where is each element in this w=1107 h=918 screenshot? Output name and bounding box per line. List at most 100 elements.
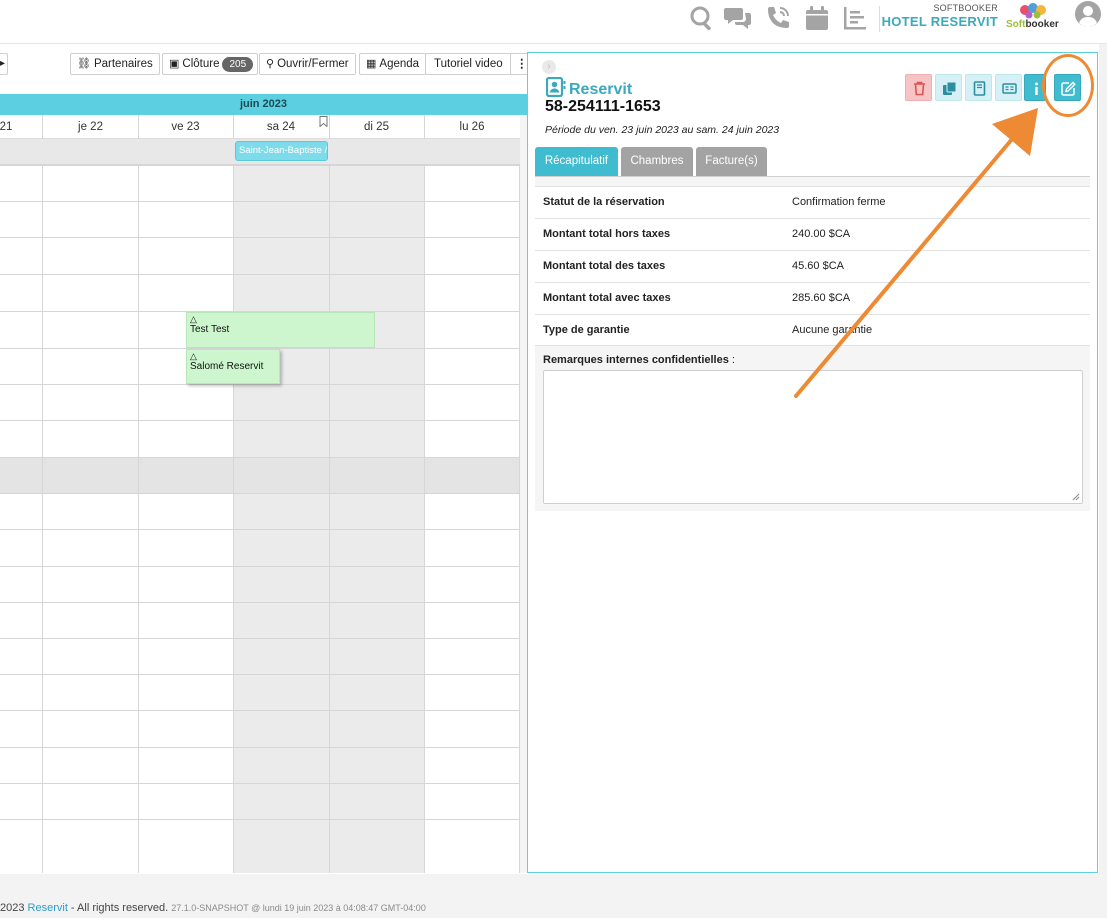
footer-text: 2023 Reservit - All rights reserved. 27.… [0,902,426,914]
reservation-period: Période du ven. 23 juin 2023 au sam. 24 … [545,124,780,136]
holiday-row: Saint-Jean-Baptiste / [0,139,527,165]
grid-line [424,165,425,873]
remarks-textarea[interactable] [543,370,1083,504]
search-icon[interactable] [688,4,716,32]
grid-line [42,165,43,873]
row-label: Montant total des taxes [543,260,666,272]
grid-line [0,819,520,820]
row-value: 45.60 $CA [792,260,844,272]
delete-button[interactable] [905,74,932,101]
grid-line [0,674,520,675]
grid-line [0,274,520,275]
unlink-icon: ⛓ [77,58,91,70]
grid-line [0,201,520,202]
table-row: Statut de la réservation Confirmation fe… [535,186,1090,218]
booking-guest-name: Test Test [190,324,230,335]
cloture-count-badge: 205 [222,57,254,72]
resize-grip-icon[interactable] [1071,492,1080,501]
row-label: Type de garantie [543,324,630,336]
table-row: Montant total avec taxes 285.60 $CA [535,282,1090,314]
hotel-name[interactable]: HOTEL RESERVIT [880,14,998,29]
id-card-icon [1002,83,1017,94]
grid-line [138,165,139,873]
bookmark-icon [319,116,328,127]
grid-line [233,165,234,873]
reservation-number: 58-254111-1653 [545,98,661,115]
holiday-chip[interactable]: Saint-Jean-Baptiste / [235,141,328,161]
booking-block[interactable]: △ Test Test [186,312,375,348]
row-label: Statut de la réservation [543,196,665,208]
brand-small-label: SOFTBOOKER [933,3,998,13]
user-avatar-icon[interactable] [1074,0,1102,28]
table-row: Type de garantie Aucune garantie [535,314,1090,346]
footer-reservit-link[interactable]: Reservit [28,902,68,914]
grid-line [0,165,520,166]
softbooker-logo-text: Softbooker [1006,19,1059,30]
day-header: di 25 [364,121,389,133]
table-row: Montant total des taxes 45.60 $CA [535,250,1090,282]
summary-table: Statut de la réservation Confirmation fe… [535,177,1090,511]
grid-line [0,638,520,639]
chat-icon[interactable] [724,4,752,32]
duplicate-icon [943,81,957,95]
cloture-button[interactable]: ▣ Clôture 205 [162,53,259,75]
id-card-button[interactable] [995,74,1022,101]
table-row: Montant total hors taxes 240.00 $CA [535,218,1090,250]
calendar-icon[interactable] [803,4,831,32]
tab-chambres[interactable]: Chambres [621,147,693,176]
row-value: 285.60 $CA [792,292,851,304]
page-scrollbar[interactable] [1099,44,1107,874]
phone-icon[interactable] [764,4,792,32]
row-value: Confirmation ferme [792,196,886,208]
grid-line [329,165,330,873]
agenda-button[interactable]: ▦ Agenda [359,53,427,75]
footer: 2023 Reservit - All rights reserved. 27.… [0,874,1107,918]
grid-line [0,602,520,603]
calendar-scrollbar[interactable] [520,115,527,873]
top-bar: SOFTBOOKER HOTEL RESERVIT Softbooker [0,0,1107,44]
guest-triangle-icon: △ [190,314,197,324]
month-header: juin 2023 [0,94,527,115]
grid-line [0,384,520,385]
tab-recapitulatif[interactable]: Récapitulatif [535,147,618,176]
duplicate-button[interactable] [935,74,962,101]
grid-line [0,710,520,711]
section-divider-row [0,457,520,493]
grid-line [0,747,520,748]
row-label: Montant total avec taxes [543,292,671,304]
grid-line [0,457,520,458]
guest-triangle-icon: △ [190,351,197,361]
trash-icon [914,81,925,96]
booking-block[interactable]: △ Salomé Reservit [186,349,280,384]
tutoriel-video-button[interactable]: Tutoriel video [425,53,512,75]
ouvrir-fermer-button[interactable]: ⚲ Ouvrir/Fermer [259,53,356,75]
day-header: ve 23 [171,121,200,133]
days-header-row: 21 je 22 ve 23 sa 24 di 25 lu 26 [0,115,527,139]
row-value: 240.00 $CA [792,228,851,240]
paperclip-icon: ⚲ [266,58,275,70]
grid-line [0,420,520,421]
tab-factures[interactable]: Facture(s) [696,147,767,176]
collapse-panel-icon[interactable]: › [542,60,556,74]
row-value: Aucune garantie [792,324,873,336]
grid-line [0,566,520,567]
partenaires-button[interactable]: ⛓ Partenaires [70,53,160,75]
annotation-highlight-circle [1042,54,1094,117]
calendar-toolbar: ⛓ Partenaires ▣ Clôture 205 ⚲ Ouvrir/Fermer … [0,53,534,75]
grid-line [0,529,520,530]
calendar-x-icon: ▣ [169,58,180,70]
panel-title: Reservit [545,76,632,99]
calendar-area: ▸ ⛓ Partenaires ▣ Clôture 205 ⚲ Ouvrir/Ferme… [0,44,534,874]
book-icon [973,81,986,96]
row-label: Montant total hors taxes [543,228,671,240]
calendar-grid: △ Test Test △ Salomé Reservit [0,165,520,873]
booking-guest-name: Salomé Reservit [190,361,264,372]
report-icon[interactable] [841,4,869,32]
footer-version: 27.1.0-SNAPSHOT @ lundi 19 juin 2023 à 0… [171,903,426,913]
remarks-label: Remarques internes confidentielles : [543,354,735,366]
agenda-icon: ▦ [366,58,377,70]
day-header: lu 26 [459,121,485,133]
reservation-panel: › Reservit 58-254111-1653 Période du ven… [527,52,1098,873]
grid-line [0,237,520,238]
book-button[interactable] [965,74,992,101]
